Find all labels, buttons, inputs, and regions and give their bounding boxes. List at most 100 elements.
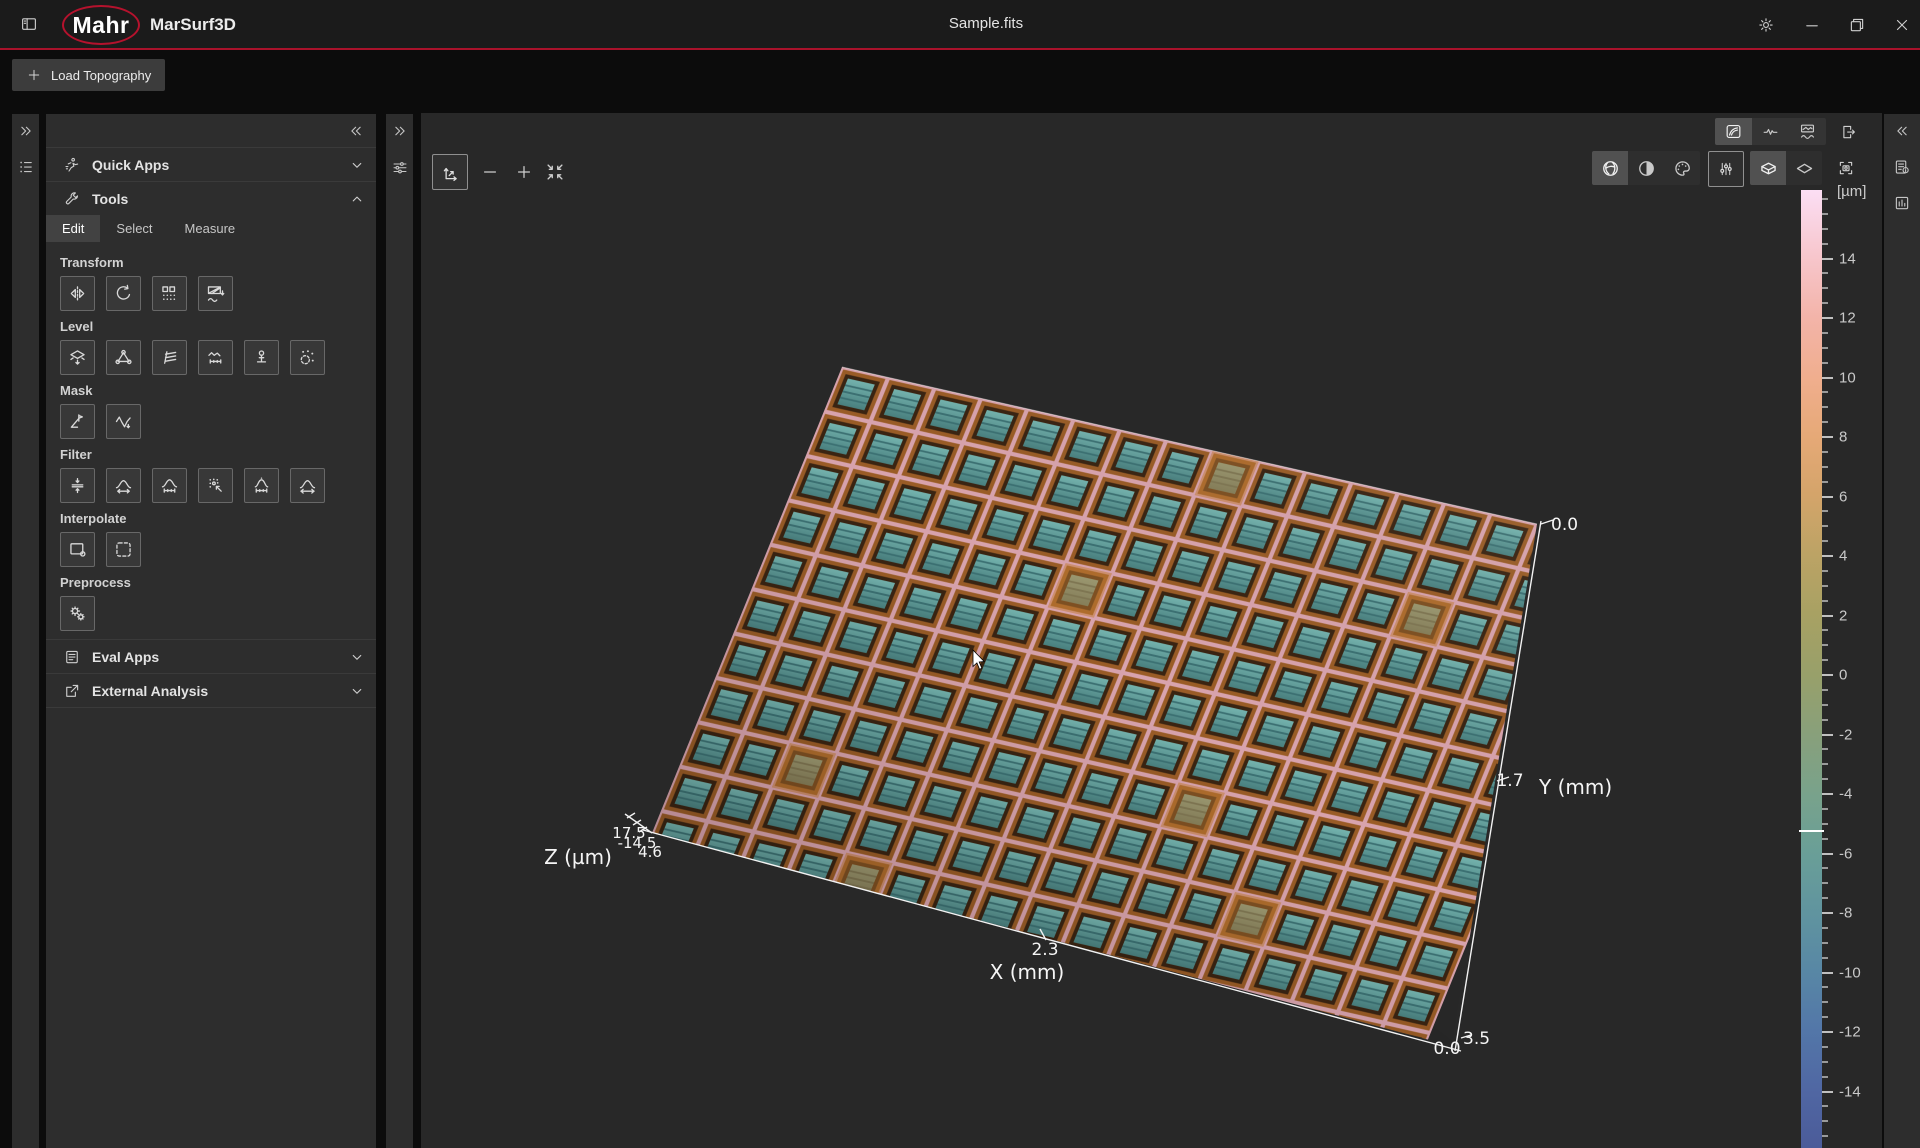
tool-button-mask-draw[interactable]: [60, 404, 95, 439]
tool-button-spline-filter[interactable]: [290, 468, 325, 503]
report-info-button[interactable]: [1884, 152, 1920, 182]
render-settings-button[interactable]: [1708, 151, 1744, 187]
colorbar-minor-tick: [1822, 719, 1828, 721]
sidebar-item-tools[interactable]: Tools: [46, 182, 376, 215]
histogram-icon: [1893, 194, 1911, 212]
chevron-down-icon: [348, 648, 366, 666]
export-button[interactable]: [1835, 119, 1861, 145]
tool-button-row: [60, 276, 376, 311]
colorbar-minor-tick: [1822, 332, 1828, 334]
tool-button-resample[interactable]: [152, 276, 187, 311]
surface-3d-view[interactable]: 0.0 1.7 Y (mm) 2.3 X (mm) 3.5 0.0 17.5 -…: [421, 113, 1882, 1148]
robust-gaussian-icon: [251, 475, 272, 496]
sidebar-item-quick-apps[interactable]: Quick Apps: [46, 148, 376, 182]
layers-list-icon: [17, 158, 35, 176]
tool-group-label: Preprocess: [60, 575, 376, 590]
tool-button-line-level[interactable]: [152, 340, 187, 375]
colorbar-minor-tick: [1822, 808, 1828, 810]
rotate-icon: [113, 283, 134, 304]
z-axis-tick-1: 17.5: [612, 824, 645, 842]
tool-button-interpolate-shape[interactable]: [60, 532, 95, 567]
tool-group-label: Mask: [60, 383, 376, 398]
colorbar-minor-tick: [1822, 704, 1828, 706]
topography-view-icon: [1724, 122, 1743, 141]
topography-view-button[interactable]: [1715, 118, 1752, 145]
z-axis-tick-2: -14.5: [618, 834, 657, 852]
x-axis-end-tick: 3.5: [1463, 1029, 1490, 1049]
tool-button-noise-removal[interactable]: [198, 468, 233, 503]
layers-list-button[interactable]: [12, 152, 39, 182]
close-button[interactable]: [1889, 12, 1915, 38]
axis-move-button[interactable]: [432, 154, 468, 190]
texture-button[interactable]: [1592, 151, 1628, 185]
gaussian-cutoff-icon: [159, 475, 180, 496]
document-title: Sample.fits: [949, 15, 1023, 32]
tool-button-mask-threshold[interactable]: [106, 404, 141, 439]
tool-button-level-plane[interactable]: [60, 340, 95, 375]
restore-button[interactable]: [1844, 12, 1870, 38]
histogram-button[interactable]: [1884, 188, 1920, 218]
tool-button-clip[interactable]: [60, 468, 95, 503]
settings-button[interactable]: [1753, 12, 1779, 38]
tool-button-flip-horizontal[interactable]: [60, 276, 95, 311]
filter-sliders-button[interactable]: [386, 152, 413, 182]
view-2d-button[interactable]: [1786, 151, 1822, 185]
collapse-panel-button[interactable]: [346, 121, 366, 141]
zoom-in-button[interactable]: [511, 159, 537, 185]
tab-select[interactable]: Select: [100, 215, 168, 242]
tool-button-rotate[interactable]: [106, 276, 141, 311]
middle-collapsed-strip: [386, 114, 413, 1148]
colorbar-minor-tick: [1822, 213, 1828, 215]
tool-button-preprocess[interactable]: [60, 596, 95, 631]
double-chevron-left-icon: [1893, 122, 1911, 140]
contrast-button[interactable]: [1628, 151, 1664, 185]
colorbar-minor-tick: [1822, 942, 1828, 944]
tool-button-robust-gaussian[interactable]: [244, 468, 279, 503]
tool-button-three-point-level[interactable]: [106, 340, 141, 375]
tool-button-gaussian-spread[interactable]: [106, 468, 141, 503]
colorbar-tick-label: 6: [1839, 488, 1847, 505]
colorbar-tick-label: -14: [1839, 1083, 1861, 1100]
colorbar-minor-tick: [1822, 882, 1828, 884]
double-chevron-left-button[interactable]: [1884, 116, 1920, 146]
eval-apps-icon: [63, 648, 81, 666]
colorbar-minor-tick: [1822, 540, 1828, 542]
x-axis-label: X (mm): [990, 960, 1065, 984]
contrast-icon: [1636, 158, 1657, 179]
colorbar-minor-tick: [1822, 1120, 1828, 1122]
panel-toggle-button[interactable]: [16, 11, 42, 37]
colorbar-tick-label: 2: [1839, 607, 1847, 624]
double-chevron-right-icon: [17, 122, 35, 140]
tool-button-interpolate-region[interactable]: [106, 532, 141, 567]
fit-view-button[interactable]: [542, 159, 568, 185]
colorbar-tick-label: -6: [1839, 845, 1852, 862]
tool-button-despike[interactable]: [244, 340, 279, 375]
tool-button-outlier-removal[interactable]: [290, 340, 325, 375]
colorbar-tick-label: -4: [1839, 786, 1852, 803]
zoom-out-button[interactable]: [477, 159, 503, 185]
load-topography-button[interactable]: Load Topography: [12, 59, 165, 91]
colorbar-minor-tick: [1822, 986, 1828, 988]
tools-panel-header: [46, 114, 376, 148]
colorbar-minor-tick: [1822, 838, 1828, 840]
double-chevron-right-button[interactable]: [12, 116, 39, 146]
tab-edit[interactable]: Edit: [46, 215, 100, 242]
tool-button-profile-level[interactable]: [198, 340, 233, 375]
surface-3d-viewport[interactable]: 0.0 1.7 Y (mm) 2.3 X (mm) 3.5 0.0 17.5 -…: [421, 113, 1882, 1148]
double-chevron-right-button[interactable]: [386, 116, 413, 146]
colorbar-major-tick: [1822, 436, 1833, 438]
tools-chevron: [348, 190, 366, 208]
tool-button-gaussian-cutoff[interactable]: [152, 468, 187, 503]
tool-button-crop-wave[interactable]: [198, 276, 233, 311]
topo-profile-view-button[interactable]: [1789, 118, 1826, 145]
colorbar-minor-tick: [1822, 659, 1828, 661]
snapshot-button[interactable]: [1833, 155, 1859, 181]
colorbar-tick-label: 14: [1839, 250, 1856, 267]
view-3d-button[interactable]: [1750, 151, 1786, 185]
sidebar-item-external-analysis[interactable]: External Analysis: [46, 674, 376, 708]
profile-view-button[interactable]: [1752, 118, 1789, 145]
palette-button[interactable]: [1664, 151, 1700, 185]
sidebar-item-eval-apps[interactable]: Eval Apps: [46, 640, 376, 674]
tab-measure[interactable]: Measure: [169, 215, 252, 242]
minimize-button[interactable]: [1799, 12, 1825, 38]
